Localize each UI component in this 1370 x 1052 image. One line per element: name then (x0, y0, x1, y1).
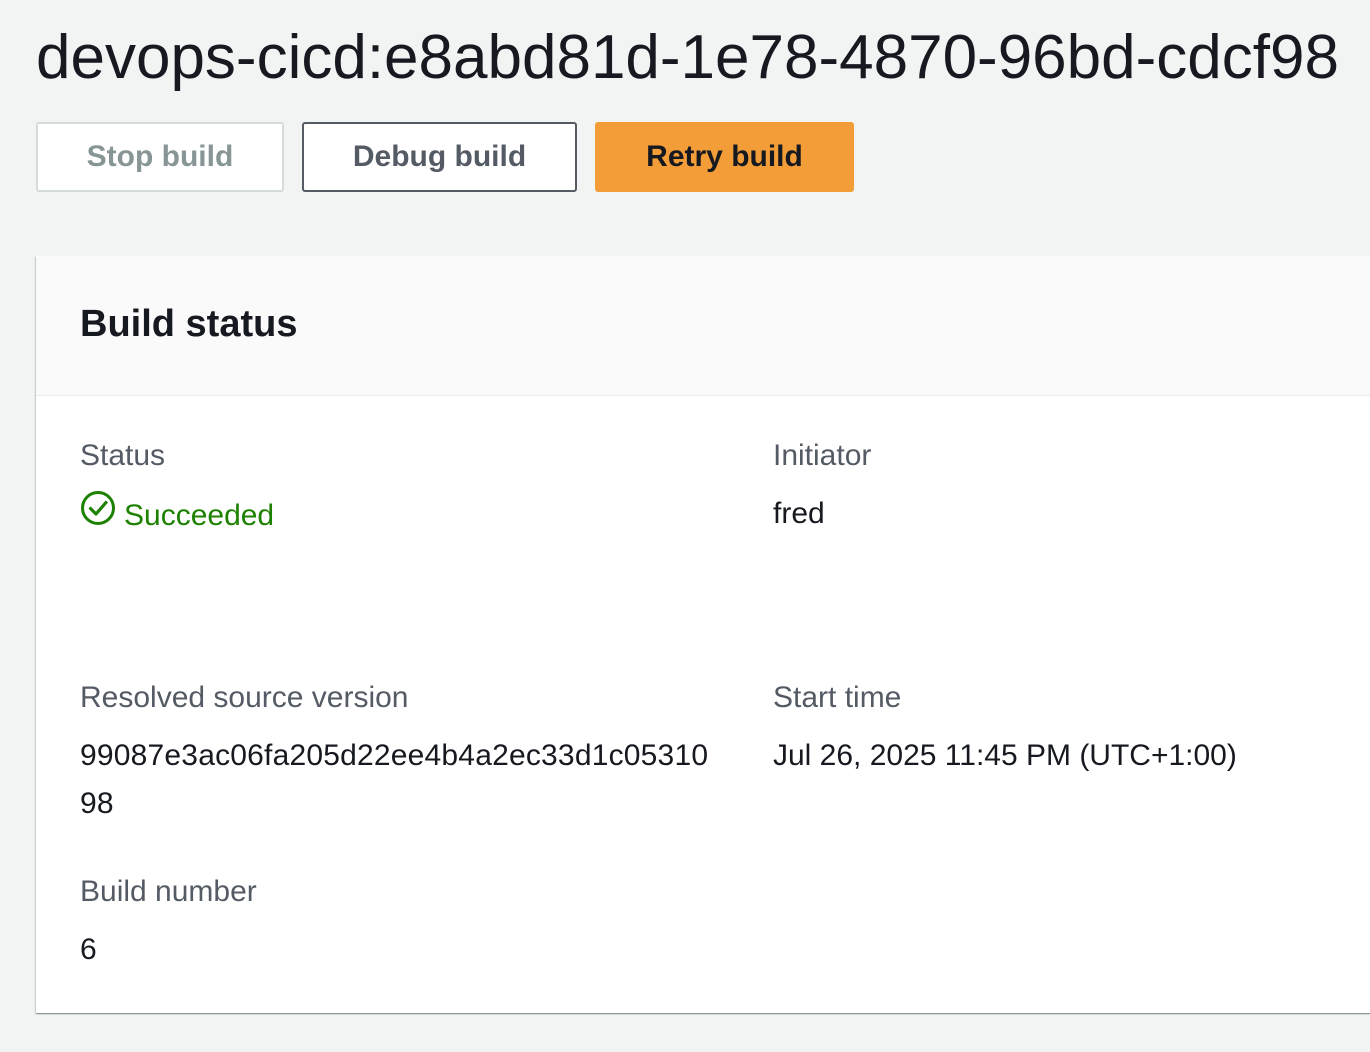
retry-build-button[interactable]: Retry build (595, 122, 854, 192)
source-version-field: Resolved source version 99087e3ac06fa205… (80, 680, 725, 828)
build-status-header: Build status (36, 256, 1370, 396)
start-time-value: Jul 26, 2025 11:45 PM (UTC+1:00) (773, 739, 1237, 772)
source-version-value: 99087e3ac06fa205d22ee4b4a2ec33d1c0531098 (80, 739, 709, 820)
build-status-panel: Build status Status Succeeded Initiator … (36, 256, 1370, 1013)
check-circle-icon (80, 490, 124, 541)
build-number-field: Build number 6 (80, 874, 257, 974)
initiator-label: Initiator (773, 439, 872, 472)
status-label: Status (80, 439, 166, 472)
build-number-label: Build number (80, 875, 257, 908)
initiator-value: fred (773, 497, 825, 530)
source-version-label: Resolved source version (80, 681, 409, 714)
build-details-page: devops-cicd:e8abd81d-1e78-4870-96bd-cdcf… (0, 0, 1370, 1052)
build-number-value: 6 (80, 933, 97, 966)
build-status-title: Build status (80, 303, 298, 345)
start-time-label: Start time (773, 681, 902, 714)
start-time-field: Start time Jul 26, 2025 11:45 PM (UTC+1:… (773, 680, 1237, 780)
stop-build-button[interactable]: Stop build (36, 122, 284, 192)
status-field: Status Succeeded (80, 438, 274, 541)
status-value: Succeeded (80, 490, 274, 541)
page-title: devops-cicd:e8abd81d-1e78-4870-96bd-cdcf… (36, 23, 1339, 92)
status-text: Succeeded (124, 498, 275, 532)
initiator-field: Initiator fred (773, 438, 871, 538)
build-actions: Stop build Debug build Retry build (36, 122, 854, 192)
debug-build-button[interactable]: Debug build (302, 122, 577, 192)
